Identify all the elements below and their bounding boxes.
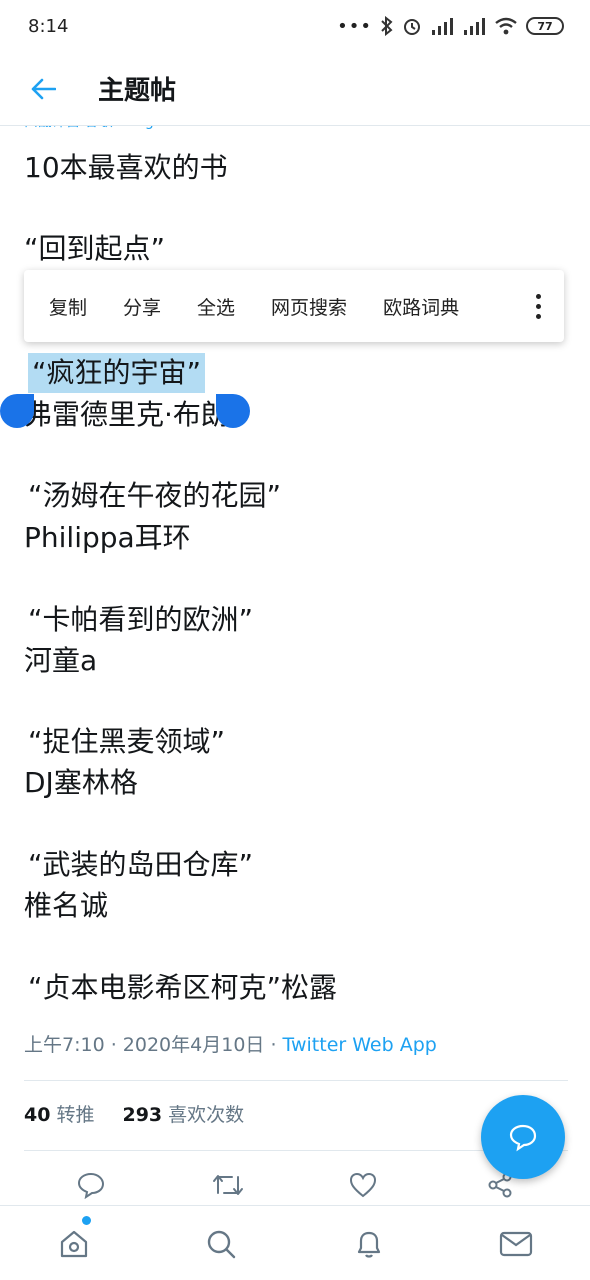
bluetooth-icon: [381, 16, 393, 36]
tweet-source-link[interactable]: Twitter Web App: [283, 1034, 437, 1056]
bottom-navigation: [0, 1205, 590, 1280]
like-heart-icon[interactable]: [343, 1165, 383, 1205]
home-icon[interactable]: [54, 1224, 94, 1264]
book-author: Philippa耳环: [24, 521, 191, 554]
compose-reply-button[interactable]: [481, 1095, 565, 1179]
book-title: “贞本电影希区柯克”松露: [28, 971, 338, 1004]
book-title: “武装的岛田仓库”: [28, 848, 254, 881]
reply-icon[interactable]: [71, 1165, 111, 1205]
web-search-menu-item[interactable]: 网页搜索: [271, 293, 347, 320]
search-icon[interactable]: [201, 1224, 241, 1264]
like-count[interactable]: 293 喜欢次数: [122, 1100, 244, 1127]
retweet-count[interactable]: 40 转推: [24, 1100, 94, 1127]
dictionary-menu-item[interactable]: 欧路词典: [383, 293, 459, 320]
divider: [24, 1080, 568, 1081]
signal-r-icon: [432, 18, 453, 35]
selection-start-handle[interactable]: [0, 394, 34, 428]
book-title: “捉住黑麦领域”: [28, 725, 226, 758]
retweet-icon[interactable]: [208, 1165, 248, 1205]
book-title: “卡帕看到的欧洲”: [28, 603, 254, 636]
share-menu-item[interactable]: 分享: [123, 293, 161, 320]
wifi-icon: [495, 17, 517, 35]
tweet-stats: 40 转推 293 喜欢次数: [24, 1100, 244, 1127]
signal-hd-icon: [464, 18, 485, 35]
chat-bubble-icon: [509, 1124, 537, 1152]
status-icons: ••• 77: [337, 16, 564, 37]
book-author: DJ塞林格: [24, 766, 138, 799]
notification-dot: [82, 1216, 91, 1225]
back-arrow-icon[interactable]: [28, 74, 58, 104]
messages-envelope-icon[interactable]: [496, 1224, 536, 1264]
selection-end-handle[interactable]: [216, 394, 250, 428]
book-author: 河童a: [24, 644, 98, 677]
copy-menu-item[interactable]: 复制: [49, 293, 87, 320]
tweet-heading: 10本最喜欢的书: [24, 151, 228, 184]
select-all-menu-item[interactable]: 全选: [197, 293, 235, 320]
page-title: 主题帖: [98, 76, 177, 106]
more-dots-icon: •••: [337, 15, 372, 37]
selected-book-title[interactable]: “疯狂的宇宙”: [28, 353, 206, 393]
status-time: 8:14: [28, 15, 69, 37]
notifications-bell-icon[interactable]: [349, 1224, 389, 1264]
alarm-icon: [404, 19, 420, 35]
tweet-timestamp: 上午7:10 · 2020年4月10日 ·: [24, 1034, 283, 1056]
text-selection-menu: 复制 分享 全选 网页搜索 欧路词典: [24, 270, 564, 342]
status-bar: 8:14 ••• 77: [0, 0, 590, 52]
more-options-icon[interactable]: [528, 286, 548, 326]
tweet-meta: 上午7:10 · 2020年4月10日 · Twitter Web App: [24, 1030, 437, 1057]
book-title: “回到起点”: [24, 232, 166, 265]
battery-icon: 77: [526, 17, 564, 35]
book-title: “汤姆在午夜的花园”: [28, 479, 282, 512]
book-author: 椎名诚: [24, 889, 109, 922]
book-author: 弗雷德里克·布朗: [24, 398, 229, 431]
top-header: 主题帖: [0, 52, 590, 126]
